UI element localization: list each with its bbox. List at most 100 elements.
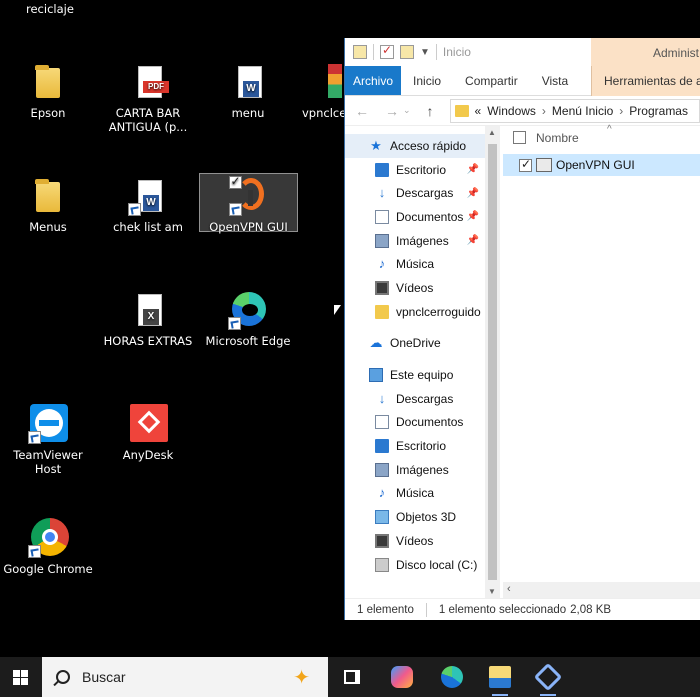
desktop-icon-chrome[interactable]: Google Chrome	[0, 518, 96, 576]
select-all-checkbox[interactable]	[513, 131, 526, 144]
folder-icon	[454, 104, 469, 117]
tab-app-tools[interactable]: Herramientas de ac	[591, 66, 700, 96]
chevron-right-icon[interactable]: ›	[619, 104, 623, 118]
desktop-icon-vpnclce[interactable]: vpnclce	[300, 62, 350, 120]
nav-quick-imagenes[interactable]: Imágenes 📌	[345, 229, 485, 253]
nav-quick-documentos[interactable]: Documentos 📌	[345, 205, 485, 229]
status-selected: 1 elemento seleccionado	[438, 603, 567, 616]
pictures-icon	[375, 462, 389, 477]
desktop-icon-carta-bar[interactable]: PDF CARTA BAR ANTIGUA (p...	[100, 62, 196, 134]
video-icon	[375, 280, 389, 295]
breadcrumb-menu-inicio[interactable]: Menú Inicio	[552, 104, 613, 118]
nav-quick-vpnclcerroguido[interactable]: vpnclcerroguido	[345, 300, 485, 324]
task-view-button[interactable]	[332, 657, 372, 697]
desktop-icon-edge[interactable]: Microsoft Edge	[200, 290, 296, 348]
folder-icon[interactable]	[353, 45, 367, 59]
file-explorer-icon	[489, 666, 511, 688]
file-row[interactable]: OpenVPN GUI	[503, 154, 700, 176]
desktop-icon-chek-list[interactable]: W chek list am	[100, 176, 196, 234]
file-explorer-window: ▼ Inicio Administ Archivo Inicio Compart…	[344, 38, 700, 620]
nav-quick-descargas[interactable]: ↓ Descargas 📌	[345, 181, 485, 205]
desktop-icon-menu[interactable]: W menu	[200, 62, 296, 120]
ribbon-tabs: Archivo Inicio Compartir Vista Herramien…	[345, 66, 700, 96]
start-button[interactable]	[0, 657, 40, 697]
file-checkbox[interactable]	[519, 157, 532, 172]
taskbar: Buscar ✦	[0, 657, 700, 697]
nav-quick-musica[interactable]: ♪ Música	[345, 252, 485, 276]
desktop-icon-epson[interactable]: Epson	[0, 62, 96, 120]
chevron-right-icon[interactable]: ›	[542, 104, 546, 118]
pin-icon: 📌	[466, 164, 479, 176]
archive-icon	[328, 64, 342, 98]
search-placeholder: Buscar	[82, 669, 126, 685]
nav-pc-objetos-3d[interactable]: Objetos 3D	[345, 505, 485, 529]
nav-scrollbar[interactable]: ▲ ▼	[485, 126, 500, 598]
sort-up-icon: ^	[607, 124, 612, 135]
desktop-icon-openvpn[interactable]: OpenVPN GUI	[199, 173, 298, 234]
address-path-field[interactable]: « Windows › Menú Inicio › Programas	[449, 98, 700, 123]
pin-icon: 📌	[466, 187, 479, 199]
taskbar-openvpn[interactable]	[528, 657, 568, 697]
nav-quick-escritorio[interactable]: Escritorio 📌	[345, 158, 485, 182]
folder-icon	[375, 304, 389, 319]
tab-share[interactable]: Compartir	[453, 66, 530, 95]
desktop-icon-anydesk[interactable]: AnyDesk	[100, 404, 196, 462]
tab-home[interactable]: Inicio	[401, 66, 453, 95]
shortcut-arrow-icon	[28, 545, 41, 558]
nav-scrollbar-thumb[interactable]	[488, 144, 497, 580]
path-overflow[interactable]: «	[475, 104, 482, 118]
nav-onedrive[interactable]: ☁ OneDrive	[345, 332, 485, 356]
video-icon	[375, 533, 389, 548]
recent-dropdown-icon[interactable]: ⌄	[403, 105, 411, 116]
taskbar-search-box[interactable]: Buscar ✦	[42, 657, 328, 697]
shortcut-file-icon	[536, 158, 552, 172]
nav-quick-access[interactable]: ★ Acceso rápido	[345, 134, 485, 158]
desktop-partial-label: reciclaje	[26, 2, 74, 16]
nav-pc-documentos[interactable]: Documentos	[345, 411, 485, 435]
taskbar-edge[interactable]	[432, 657, 472, 697]
new-folder-icon[interactable]	[400, 45, 414, 59]
desktop-icon-teamviewer[interactable]: TeamViewer Host	[0, 404, 96, 476]
breadcrumb-programas[interactable]: Programas	[629, 104, 688, 118]
desktop-icon	[375, 162, 389, 177]
forward-arrow-icon[interactable]: →	[385, 103, 399, 119]
word-file-icon: W	[138, 180, 162, 212]
taskbar-copilot[interactable]	[382, 657, 422, 697]
scroll-left-icon[interactable]: ‹	[507, 583, 511, 595]
column-header-name[interactable]: Nombre ^	[503, 124, 700, 150]
quick-access-dropdown-icon[interactable]: ▼	[420, 47, 430, 58]
download-icon: ↓	[378, 390, 386, 406]
nav-pc-escritorio[interactable]: Escritorio	[345, 434, 485, 458]
nav-quick-videos[interactable]: Vídeos	[345, 276, 485, 300]
shortcut-arrow-icon	[128, 203, 141, 216]
tab-view[interactable]: Vista	[530, 66, 580, 95]
nav-pc-musica[interactable]: ♪ Música	[345, 482, 485, 506]
status-bar: 1 elemento 1 elemento seleccionado 2,08 …	[345, 598, 700, 620]
nav-pc-disco-local[interactable]: Disco local (C:)	[345, 553, 485, 577]
nav-pc-imagenes[interactable]: Imágenes	[345, 458, 485, 482]
navigation-pane: ★ Acceso rápido Escritorio 📌 ↓ Descargas…	[345, 126, 485, 598]
folder-icon	[35, 65, 60, 98]
scroll-down-icon[interactable]: ▼	[488, 587, 496, 596]
nav-pc-descargas[interactable]: ↓ Descargas	[345, 387, 485, 411]
desktop-icon-horas-extras[interactable]: X HORAS EXTRAS	[100, 290, 196, 348]
taskbar-file-explorer[interactable]	[480, 657, 520, 697]
desktop-icon-menus[interactable]: Menus	[0, 176, 96, 234]
properties-icon[interactable]	[380, 43, 394, 59]
horizontal-scrollbar[interactable]: ‹	[503, 582, 700, 598]
teamviewer-icon	[28, 404, 68, 444]
nav-pc-videos[interactable]: Vídeos	[345, 529, 485, 553]
sparkle-icon: ✦	[293, 667, 310, 689]
cloud-icon: ☁	[369, 335, 383, 351]
scroll-up-icon[interactable]: ▲	[488, 128, 496, 137]
chrome-icon	[28, 518, 69, 558]
back-arrow-icon[interactable]: ←	[355, 103, 369, 119]
cube-3d-icon	[375, 510, 389, 525]
tab-file[interactable]: Archivo	[345, 66, 402, 95]
nav-this-pc[interactable]: Este equipo	[345, 363, 485, 387]
drive-icon	[375, 557, 389, 572]
breadcrumb-windows[interactable]: Windows	[487, 104, 536, 118]
shortcut-arrow-icon	[228, 317, 241, 330]
window-title: Inicio	[442, 45, 471, 59]
up-arrow-icon[interactable]: ↑	[427, 103, 434, 119]
